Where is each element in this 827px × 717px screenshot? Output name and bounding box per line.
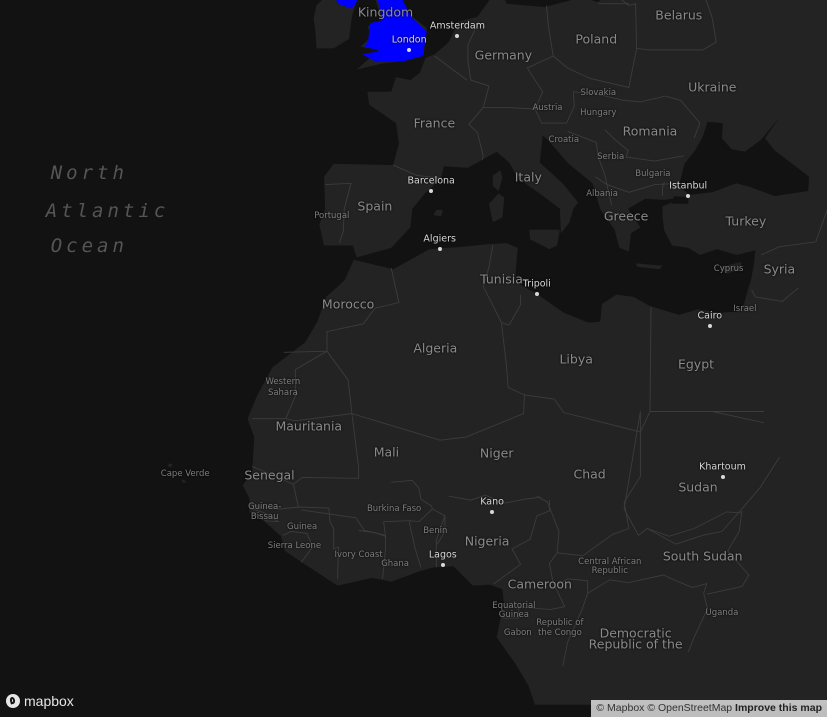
mapbox-attribution-link[interactable]: © Mapbox [596, 702, 644, 714]
map-attribution: © Mapbox © OpenStreetMap Improve this ma… [591, 700, 827, 717]
country-label: Romania [622, 123, 678, 139]
country-label: Libya [559, 351, 593, 367]
country-label: South Sudan [662, 548, 743, 564]
country-label: Western [265, 377, 301, 388]
country-label: Cyprus [713, 264, 744, 275]
country-label: Albania [586, 188, 618, 199]
country-label: France [413, 115, 456, 131]
country-label: Greece [603, 208, 649, 224]
improve-map-link[interactable]: Improve this map [735, 702, 822, 714]
country-label: Germany [474, 47, 533, 62]
country-label: Italy [514, 169, 542, 185]
country-label: Hungary [580, 108, 617, 119]
city-label: Istanbul [669, 180, 708, 192]
country-label: Equatorial [492, 600, 536, 611]
country-label: Guinea [498, 610, 529, 621]
city-marker [720, 475, 725, 480]
country-label: Ivory Coast [334, 549, 383, 560]
country-label: Republic of the [588, 636, 683, 652]
city-label: Kano [480, 496, 504, 508]
city-marker [707, 323, 712, 328]
country-label: Nigeria [464, 533, 510, 549]
city-label: Cairo [697, 310, 723, 322]
city-label: Tripoli [522, 278, 551, 290]
country-label: Burkina Faso [366, 504, 422, 514]
city-label: Khartoum [699, 461, 746, 473]
country-label: Republic [591, 566, 628, 577]
ocean-label: Atlantic [45, 200, 170, 223]
country-label: Sudan [678, 479, 718, 495]
city-marker [534, 291, 539, 296]
country-label: Sahara [267, 387, 298, 398]
city-marker [440, 563, 445, 568]
country-label: Algeria [413, 340, 458, 356]
city-label: Barcelona [407, 175, 455, 187]
country-label: Sierra Leone [267, 541, 322, 551]
country-label: Guinea [287, 521, 318, 532]
ocean-label: Ocean [50, 234, 128, 257]
city-label: Lagos [428, 549, 457, 561]
country-label: Belarus [655, 7, 703, 23]
island-sardinia [489, 193, 505, 223]
osm-attribution-link[interactable]: © OpenStreetMap [647, 702, 732, 714]
country-label: Serbia [597, 152, 625, 163]
map-canvas[interactable]: NorthAtlanticOceanNorwayFinlandDenmarkEs… [0, 0, 827, 717]
mapbox-logo-text: mapbox [24, 693, 74, 709]
country-label: Israel [733, 304, 757, 315]
country-label: Croatia [548, 134, 580, 145]
country-label: Ukraine [688, 79, 737, 95]
country-label: Poland [575, 31, 618, 47]
city-label: London [391, 34, 427, 46]
country-label: Mali [373, 444, 400, 460]
country-label: Cameroon [507, 576, 572, 592]
ocean-label: North [50, 161, 128, 184]
mapbox-logo[interactable]: mapbox [6, 693, 74, 709]
island-cape-verde-2 [181, 479, 187, 484]
country-label: Portugal [314, 211, 350, 222]
country-label: Chad [573, 466, 606, 482]
country-label: Niger [479, 445, 514, 461]
country-label: Slovakia [580, 88, 617, 99]
country-label: Ghana [381, 559, 409, 570]
island-corsica [492, 170, 503, 191]
city-marker [490, 509, 495, 514]
island-cape-verde-1 [167, 463, 173, 468]
country-label: Guinea- [248, 502, 282, 512]
country-label: Spain [357, 198, 393, 214]
country-label: Uganda [705, 608, 739, 619]
country-label: Syria [763, 261, 796, 277]
country-label: Bissau [250, 511, 279, 522]
country-label: Turkey [725, 213, 767, 229]
country-label: Tunisia [480, 271, 523, 286]
country-label: Benin [423, 526, 448, 537]
islands-balearic [433, 210, 443, 217]
city-marker [437, 246, 442, 251]
island-crete [635, 263, 663, 270]
country-label: Morocco [321, 296, 375, 312]
country-label: Mauritania [275, 418, 343, 434]
country-label: Egypt [677, 356, 715, 372]
country-label: Bulgaria [635, 169, 671, 180]
country-label: Gabon [503, 627, 532, 638]
country-label: Republic of [536, 618, 584, 628]
country-label: Central African [578, 556, 642, 567]
country-label: the Congo [538, 627, 582, 638]
country-label: Kingdom [357, 4, 414, 20]
city-label: Amsterdam [429, 20, 485, 32]
country-label: Cape Verde [160, 469, 210, 480]
country-label: Austria [532, 102, 563, 113]
city-label: Algiers [423, 233, 456, 244]
island-sicily [529, 229, 560, 250]
country-label: Senegal [244, 467, 295, 483]
mapbox-logo-icon [6, 694, 20, 708]
